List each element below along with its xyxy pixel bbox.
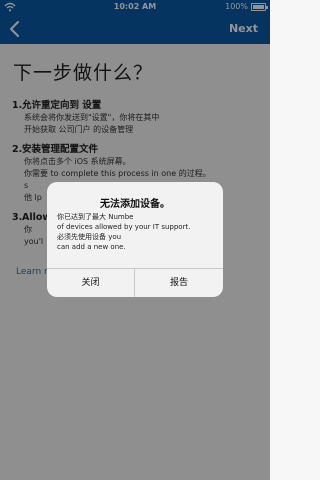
dialog-title: 无法添加设备。 [100, 199, 170, 210]
alert-dialog: 无法添加设备。 你已达到了最大 Numbe of devices allowed… [47, 182, 223, 297]
dialog-message-line: of devices allowed by your IT support. [57, 223, 191, 231]
close-button[interactable]: 关闭 [47, 269, 135, 297]
dialog-message-line: can add a new one. [57, 243, 126, 251]
dialog-button-row: 关闭 报告 [47, 268, 223, 297]
dialog-message-line: 必须先使用设备 you [57, 233, 122, 241]
report-button[interactable]: 报告 [135, 269, 223, 297]
dialog-message: 你已达到了最大 Numbe of devices allowed by your… [57, 212, 217, 252]
dialog-message-line: 你已达到了最大 Numbe [57, 213, 134, 221]
